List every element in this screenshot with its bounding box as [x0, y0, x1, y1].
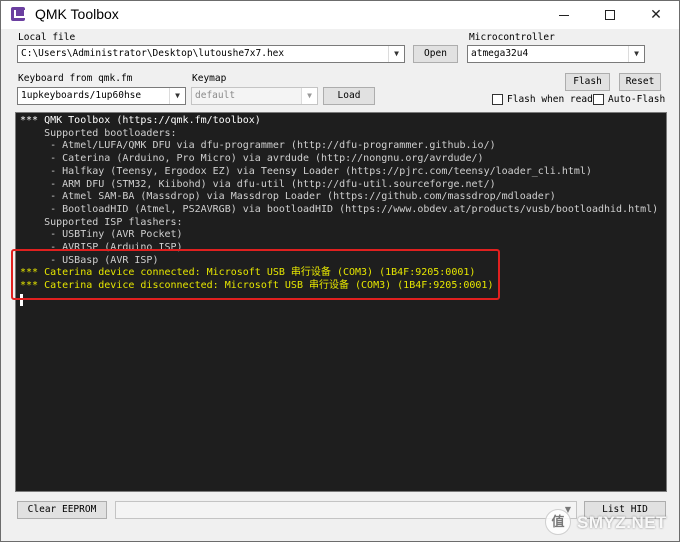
flash-when-ready-label: Flash when ready — [507, 94, 599, 105]
minimize-icon — [559, 14, 569, 16]
console-lines: *** QMK Toolbox (https://qmk.fm/toolbox)… — [20, 115, 662, 306]
keymap-select[interactable]: default ▼ — [191, 87, 318, 105]
watermark: 值 SMYZ.NET — [541, 507, 676, 539]
console-line: - USBasp (AVR ISP) — [20, 254, 159, 266]
window-title: QMK Toolbox — [35, 6, 119, 22]
microcontroller-select[interactable]: atmega32u4 ▼ — [467, 45, 645, 63]
console-line: - Atmel/LUFA/QMK DFU via dfu-programmer … — [20, 140, 496, 152]
maximize-button[interactable] — [587, 1, 633, 29]
close-icon: ✕ — [650, 7, 662, 23]
microcontroller-label: Microcontroller — [469, 32, 555, 43]
reset-button[interactable]: Reset — [619, 73, 661, 91]
console-output[interactable]: *** QMK Toolbox (https://qmk.fm/toolbox)… — [15, 112, 667, 492]
keymap-value: default — [195, 90, 236, 101]
flash-button[interactable]: Flash — [565, 73, 610, 91]
watermark-logo-icon: 值 — [545, 509, 571, 535]
console-line: - BootloadHID (Atmel, PS2AVRGB) via boot… — [20, 203, 659, 215]
console-line: *** Caterina device disconnected: Micros… — [20, 280, 494, 292]
close-button[interactable]: ✕ — [633, 1, 679, 29]
open-button[interactable]: Open — [413, 45, 458, 63]
title-bar: QMK Toolbox ✕ — [1, 1, 679, 29]
console-line: - ARM DFU (STM32, Kiibohd) via dfu-util … — [20, 178, 496, 190]
console-line: Supported bootloaders: — [20, 127, 177, 139]
console-line: - AVRISP (Arduino ISP) — [20, 242, 183, 254]
hid-device-select[interactable]: ▼ — [115, 501, 577, 519]
chevron-down-icon[interactable]: ▼ — [169, 88, 185, 104]
flash-when-ready-checkbox[interactable] — [492, 94, 503, 105]
text-cursor — [20, 293, 23, 306]
clear-eeprom-button[interactable]: Clear EEPROM — [17, 501, 107, 519]
keyboard-select[interactable]: 1upkeyboards/1up60hse ▼ — [17, 87, 186, 105]
maximize-icon — [605, 10, 615, 20]
chevron-down-icon[interactable]: ▼ — [388, 46, 404, 62]
microcontroller-value: atmega32u4 — [471, 48, 529, 59]
console-line: - Atmel SAM-BA (Massdrop) via Massdrop L… — [20, 191, 556, 203]
keyboard-label: Keyboard from qmk.fm — [18, 73, 133, 84]
console-line: - Halfkay (Teensy, Ergodox EZ) via Teens… — [20, 165, 592, 177]
qmk-toolbox-window: QMK Toolbox ✕ Local file C:\Users\Admini… — [0, 0, 680, 542]
keyboard-value: 1upkeyboards/1up60hse — [21, 90, 142, 101]
console-line: *** QMK Toolbox (https://qmk.fm/toolbox) — [20, 115, 261, 126]
minimize-button[interactable] — [541, 1, 587, 29]
console-line: Supported ISP flashers: — [20, 216, 183, 228]
auto-flash-label: Auto-Flash — [608, 94, 666, 105]
console-line: - USBTiny (AVR Pocket) — [20, 229, 183, 241]
local-file-value: C:\Users\Administrator\Desktop\lutoushe7… — [21, 48, 285, 59]
console-line: *** Caterina device connected: Microsoft… — [20, 267, 476, 279]
auto-flash-checkbox[interactable] — [593, 94, 604, 105]
local-file-field[interactable]: C:\Users\Administrator\Desktop\lutoushe7… — [17, 45, 405, 63]
console-line: - Caterina (Arduino, Pro Micro) via avrd… — [20, 153, 484, 165]
load-button[interactable]: Load — [323, 87, 375, 105]
chevron-down-icon[interactable]: ▼ — [301, 88, 317, 104]
qmk-logo-icon — [11, 7, 26, 21]
chevron-down-icon[interactable]: ▼ — [628, 46, 644, 62]
local-file-label: Local file — [18, 32, 76, 43]
keymap-label: Keymap — [192, 73, 227, 84]
watermark-text: SMYZ.NET — [577, 513, 667, 532]
